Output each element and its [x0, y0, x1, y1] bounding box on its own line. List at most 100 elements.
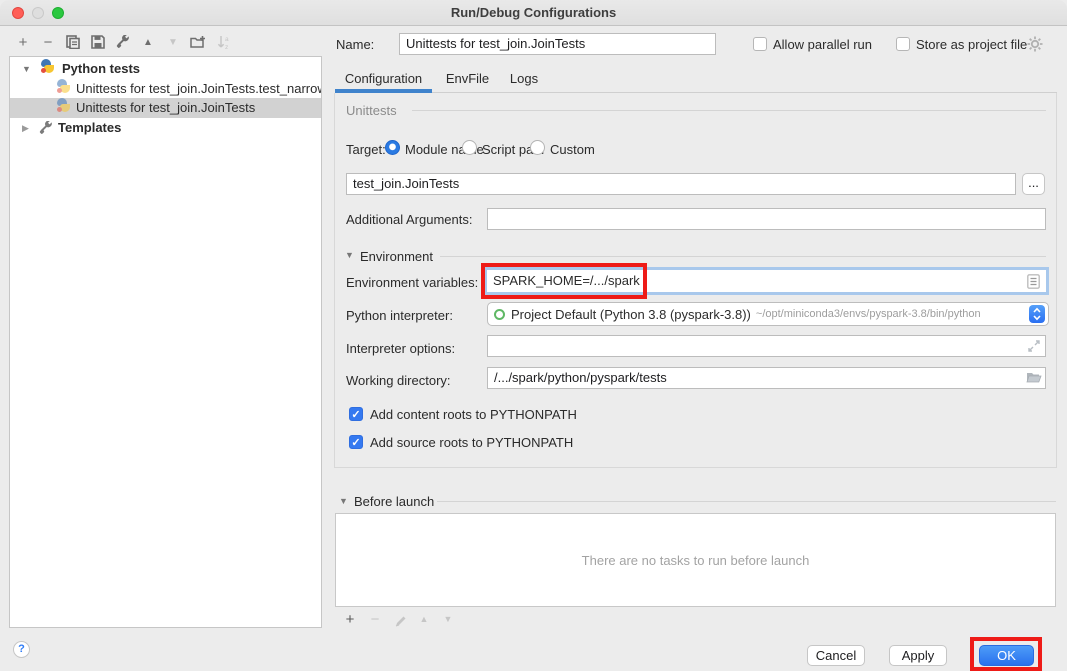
move-down-button[interactable]: ▼	[164, 33, 182, 51]
before-launch-section-line	[437, 501, 1056, 502]
annotation-highlight-ok	[970, 637, 1042, 671]
remove-configuration-button[interactable]: −	[39, 33, 57, 51]
allow-parallel-run-checkbox[interactable]	[753, 37, 767, 51]
add-content-roots-checkbox[interactable]: ✓	[349, 407, 363, 421]
add-source-roots-checkbox[interactable]: ✓	[349, 435, 363, 449]
before-launch-empty-text: There are no tasks to run before launch	[582, 553, 810, 568]
interpreter-path: ~/opt/miniconda3/envs/pyspark-3.8/bin/py…	[756, 308, 1025, 320]
add-configuration-button[interactable]: +	[14, 33, 32, 51]
annotation-highlight-env-vars	[481, 263, 647, 299]
target-input[interactable]: test_join.JoinTests	[346, 173, 1016, 195]
tree-item-jointests-selected[interactable]: Unittests for test_join.JoinTests	[10, 98, 321, 118]
before-launch-section-label: Before launch	[354, 493, 434, 511]
templates-wrench-icon	[39, 121, 53, 138]
tab-configuration[interactable]: Configuration	[335, 68, 432, 90]
pencil-icon	[394, 615, 407, 628]
tree-item-test-narrow[interactable]: Unittests for test_join.JoinTests.test_n…	[10, 79, 321, 99]
add-task-button[interactable]: +	[341, 610, 359, 628]
interpreter-options-input[interactable]	[487, 335, 1046, 357]
move-task-up-button[interactable]: ▲	[415, 610, 433, 628]
close-window-button[interactable]	[12, 7, 24, 19]
cancel-button[interactable]: Cancel	[807, 645, 865, 666]
edit-templates-button[interactable]	[114, 33, 132, 51]
gear-icon	[1027, 36, 1043, 52]
conda-environment-icon	[494, 309, 505, 320]
expand-twisty-icon[interactable]: ▶	[22, 118, 29, 138]
tab-label: Configuration	[345, 71, 422, 86]
edit-variables-icon[interactable]	[1027, 274, 1040, 289]
tree-item-label: Unittests for test_join.JoinTests.test_n…	[76, 79, 321, 99]
tree-item-templates[interactable]: ▶ Templates	[10, 118, 321, 138]
titlebar: Run/Debug Configurations	[0, 0, 1067, 26]
check-icon: ✓	[351, 409, 360, 421]
move-task-down-button[interactable]: ▼	[439, 610, 457, 628]
working-directory-input[interactable]: /.../spark/python/pyspark/tests	[487, 367, 1046, 389]
arrow-down-icon: ▼	[444, 614, 453, 624]
arrow-up-icon: ▲	[420, 614, 429, 624]
store-as-project-file-label: Store as project file	[916, 36, 1027, 54]
minus-icon: −	[371, 611, 380, 628]
new-folder-button[interactable]	[189, 33, 207, 51]
name-input[interactable]: Unittests for test_join.JoinTests	[399, 33, 716, 55]
minus-icon: −	[44, 34, 53, 51]
apply-button[interactable]: Apply	[889, 645, 947, 666]
tab-label: EnvFile	[446, 71, 489, 86]
environment-variables-label: Environment variables:	[346, 274, 478, 292]
add-content-roots-label[interactable]: Add content roots to PYTHONPATH	[370, 406, 577, 424]
browse-folder-icon[interactable]	[1026, 371, 1042, 384]
plus-icon: +	[19, 34, 28, 51]
svg-text:z: z	[225, 44, 228, 50]
plus-icon: +	[346, 611, 355, 628]
tab-envfile[interactable]: EnvFile	[440, 68, 495, 90]
radio-script-path[interactable]	[462, 140, 477, 155]
tree-item-label: Python tests	[62, 59, 140, 79]
edit-task-button[interactable]	[391, 612, 409, 630]
expand-field-icon[interactable]	[1028, 340, 1040, 352]
interpreter-value: Project Default (Python 3.8 (pyspark-3.8…	[511, 307, 751, 322]
working-directory-label: Working directory:	[346, 372, 451, 390]
copy-configuration-button[interactable]	[64, 33, 82, 51]
radio-custom-label[interactable]: Custom	[550, 141, 595, 159]
browse-target-button[interactable]: ...	[1022, 173, 1045, 195]
tree-item-python-tests[interactable]: ▼ Python tests	[10, 59, 321, 79]
before-launch-task-list[interactable]: There are no tasks to run before launch	[335, 513, 1056, 607]
check-icon: ✓	[351, 437, 360, 449]
store-options-gear-button[interactable]	[1027, 36, 1043, 52]
minimize-window-button[interactable]	[32, 7, 44, 19]
python-config-icon	[56, 79, 71, 99]
interpreter-options-label: Interpreter options:	[346, 340, 455, 358]
tab-logs[interactable]: Logs	[503, 68, 545, 90]
collapse-twisty-icon[interactable]: ▼	[22, 59, 31, 79]
environment-section-line	[440, 256, 1046, 257]
before-launch-collapse-icon[interactable]: ▼	[339, 496, 348, 506]
allow-parallel-run-label: Allow parallel run	[773, 36, 872, 54]
sort-az-icon: a z	[217, 35, 232, 50]
help-button[interactable]: ?	[13, 641, 30, 658]
radio-module-name[interactable]	[385, 140, 400, 155]
arrow-down-icon: ▼	[168, 37, 178, 48]
tree-item-label: Unittests for test_join.JoinTests	[76, 98, 255, 118]
add-source-roots-label[interactable]: Add source roots to PYTHONPATH	[370, 434, 573, 452]
radio-custom[interactable]	[530, 140, 545, 155]
new-folder-icon	[190, 35, 206, 49]
move-up-button[interactable]: ▲	[139, 33, 157, 51]
unittests-section-line	[412, 110, 1046, 111]
svg-text:a: a	[225, 36, 229, 43]
arrow-up-icon: ▲	[143, 37, 153, 48]
save-configuration-button[interactable]	[89, 33, 107, 51]
python-interpreter-select[interactable]: Project Default (Python 3.8 (pyspark-3.8…	[487, 302, 1049, 326]
target-label: Target:	[346, 141, 386, 159]
additional-arguments-label: Additional Arguments:	[346, 211, 472, 229]
combobox-stepper-icon[interactable]	[1029, 305, 1045, 323]
additional-arguments-input[interactable]	[487, 208, 1046, 230]
zoom-window-button[interactable]	[52, 7, 64, 19]
save-icon	[91, 35, 105, 49]
remove-task-button[interactable]: −	[366, 610, 384, 628]
store-as-project-file-checkbox[interactable]	[896, 37, 910, 51]
tab-label: Logs	[510, 71, 538, 86]
environment-collapse-icon[interactable]: ▼	[345, 250, 354, 260]
unittests-section-label: Unittests	[346, 102, 397, 120]
sort-alphabetically-button[interactable]: a z	[215, 33, 233, 51]
name-label: Name:	[336, 36, 374, 54]
tree-item-label: Templates	[58, 118, 121, 138]
